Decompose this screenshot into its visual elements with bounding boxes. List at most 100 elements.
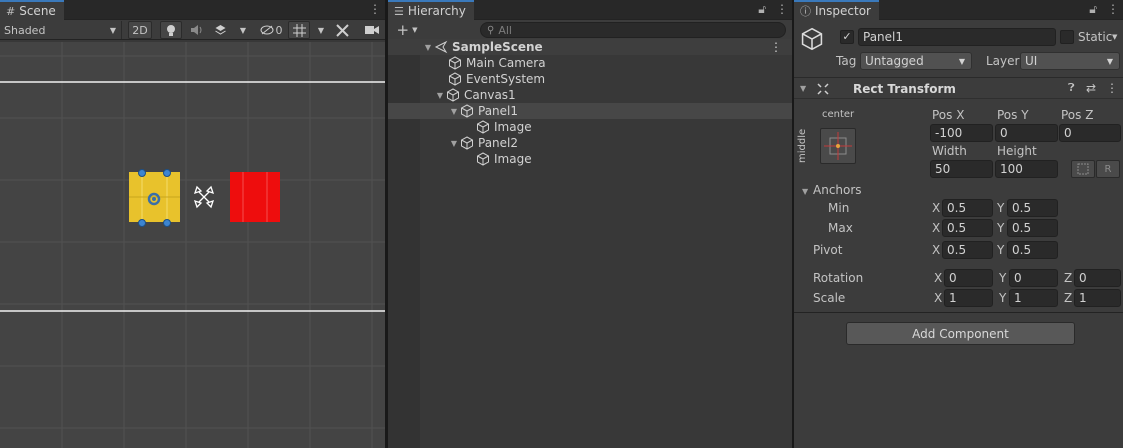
tree-item-event-system[interactable]: EventSystem — [388, 71, 792, 87]
scene-root-item[interactable]: ▼ SampleScene ⋮ — [388, 39, 792, 55]
more-menu-icon[interactable]: ⋮ — [770, 40, 782, 54]
rot-x-input[interactable]: 0 — [944, 269, 993, 287]
height-input[interactable]: 100 — [995, 160, 1058, 178]
scale-y-value: 1 — [1014, 291, 1022, 305]
anchor-presets-button[interactable] — [820, 128, 856, 164]
lock-icon[interactable]: 🔓︎ — [1089, 2, 1097, 17]
min-y-input[interactable]: 0.5 — [1007, 199, 1058, 217]
pivot-x-input[interactable]: 0.5 — [942, 241, 993, 259]
min-label: Min — [828, 201, 850, 215]
fold-arrow-icon[interactable]: ▼ — [448, 107, 460, 116]
max-y-axis: Y — [997, 221, 1005, 235]
scale-y-input[interactable]: 1 — [1009, 289, 1058, 307]
add-component-button[interactable]: Add Component — [846, 322, 1075, 345]
tree-item-panel2[interactable]: ▼ Panel2 — [388, 135, 792, 151]
camera-button[interactable] — [358, 21, 385, 39]
anchors-label[interactable]: Anchors — [813, 183, 862, 197]
rot-x-axis: X — [934, 271, 943, 285]
gameobject-icon — [461, 136, 473, 150]
pos-y-input[interactable]: 0 — [995, 124, 1058, 142]
object-name-input[interactable]: Panel1 — [858, 28, 1056, 46]
rot-x-value: 0 — [949, 271, 957, 285]
tab-inspector[interactable]: ⓘ Inspector — [794, 0, 879, 20]
audio-toggle-button[interactable] — [186, 21, 206, 39]
scene-toolbar: Shaded ▼ 2D ▼ 0 ▼ — [0, 20, 385, 40]
chevron-down-icon: ▼ — [109, 25, 116, 35]
chevron-down-icon[interactable]: ▼ — [1112, 33, 1117, 41]
tree-item-label: Image — [494, 120, 532, 134]
inspector-panel: ⓘ Inspector 🔓︎ ⋮ ✓ Panel1 Static ▼ Tag Un… — [794, 0, 1123, 448]
chevron-down-icon: ▼ — [317, 25, 325, 35]
scale-x-input[interactable]: 1 — [944, 289, 993, 307]
effects-toggle-button[interactable] — [210, 21, 230, 39]
hierarchy-toolbar: + ▼ ⚲ All — [388, 20, 792, 40]
yellow-panel[interactable] — [129, 169, 180, 227]
tree-item-panel1[interactable]: ▼ Panel1 — [388, 103, 792, 119]
max-y-input[interactable]: 0.5 — [1007, 219, 1058, 237]
tree-item-panel1-image[interactable]: Image — [388, 119, 792, 135]
list-icon: ☰ — [394, 4, 404, 18]
add-component-label: Add Component — [912, 326, 1009, 341]
tree-item-label: EventSystem — [466, 72, 546, 86]
fold-arrow-icon[interactable]: ▼ — [448, 139, 460, 148]
fold-arrow-icon[interactable]: ▼ — [802, 187, 808, 196]
scale-z-input[interactable]: 1 — [1074, 289, 1121, 307]
width-input[interactable]: 50 — [930, 160, 993, 178]
toggle-2d-button[interactable]: 2D — [128, 21, 152, 39]
more-menu-icon[interactable]: ⋮ — [1107, 2, 1119, 17]
pivot-y-input[interactable]: 0.5 — [1007, 241, 1058, 259]
gameobject-icon — [477, 120, 489, 134]
add-object-button[interactable]: + ▼ — [392, 21, 422, 39]
pos-x-input[interactable]: -100 — [930, 124, 993, 142]
blueprint-mode-button[interactable] — [1071, 160, 1095, 178]
gameobject-icon — [461, 104, 473, 118]
pivot-x-axis: X — [932, 243, 941, 257]
pivot-x-value: 0.5 — [947, 243, 967, 257]
unity-scene-icon — [434, 40, 448, 54]
tree-item-main-camera[interactable]: Main Camera — [388, 55, 792, 71]
fold-arrow-icon[interactable]: ▼ — [800, 84, 806, 93]
static-label[interactable]: Static — [1078, 30, 1112, 44]
component-title: Rect Transform — [853, 82, 956, 96]
lock-icon[interactable]: 🔓︎ — [758, 2, 766, 17]
tree-item-panel2-image[interactable]: Image — [388, 151, 792, 167]
scene-viewport[interactable] — [0, 42, 386, 448]
pos-z-input[interactable]: 0 — [1059, 124, 1121, 142]
min-x-input[interactable]: 0.5 — [942, 199, 993, 217]
rect-transform-header[interactable]: ▼ Rect Transform ❓︎ ⇄ ⋮ — [794, 79, 1123, 99]
tag-label: Tag — [836, 54, 857, 68]
red-panel[interactable] — [230, 172, 280, 222]
speaker-icon — [190, 25, 201, 35]
more-menu-icon[interactable]: ⋮ — [369, 2, 381, 16]
min-x-value: 0.5 — [947, 201, 967, 215]
raw-edit-label: R — [1104, 163, 1112, 175]
rot-z-input[interactable]: 0 — [1074, 269, 1121, 287]
tab-scene[interactable]: # Scene — [0, 0, 64, 20]
more-menu-icon[interactable]: ⋮ — [1106, 81, 1118, 95]
raw-edit-button[interactable]: R — [1096, 160, 1120, 178]
grid-dropdown[interactable]: ▼ — [314, 21, 328, 39]
max-x-input[interactable]: 0.5 — [942, 219, 993, 237]
tree-item-canvas1[interactable]: ▼ Canvas1 — [388, 87, 792, 103]
static-checkbox[interactable] — [1060, 30, 1074, 44]
lighting-toggle-button[interactable] — [160, 21, 182, 39]
preset-icon[interactable]: ⇄ — [1086, 81, 1096, 95]
layer-dropdown[interactable]: UI ▼ — [1020, 52, 1120, 70]
scene-visibility-toggle[interactable]: 0 — [256, 21, 286, 39]
more-menu-icon[interactable]: ⋮ — [776, 2, 788, 17]
active-checkbox[interactable]: ✓ — [840, 30, 854, 44]
tab-inspector-label: Inspector — [815, 4, 871, 18]
tag-dropdown[interactable]: Untagged ▼ — [860, 52, 972, 70]
tag-value: Untagged — [865, 54, 924, 68]
effects-dropdown[interactable]: ▼ — [236, 21, 250, 39]
fold-arrow-icon[interactable]: ▼ — [434, 91, 446, 100]
grid-toggle-button[interactable] — [288, 21, 310, 39]
inspector-tabbar: ⓘ Inspector 🔓︎ ⋮ — [794, 0, 1123, 20]
gizmos-tools-button[interactable] — [332, 21, 352, 39]
help-icon[interactable]: ❓︎ — [1068, 81, 1075, 95]
tab-hierarchy[interactable]: ☰ Hierarchy — [388, 0, 474, 20]
hierarchy-panel: ☰ Hierarchy 🔓︎ ⋮ + ▼ ⚲ All ▼ SampleScene … — [388, 0, 792, 448]
rot-y-input[interactable]: 0 — [1009, 269, 1058, 287]
search-input[interactable]: ⚲ All — [480, 22, 786, 38]
shading-mode-dropdown[interactable]: Shaded ▼ — [0, 21, 122, 39]
